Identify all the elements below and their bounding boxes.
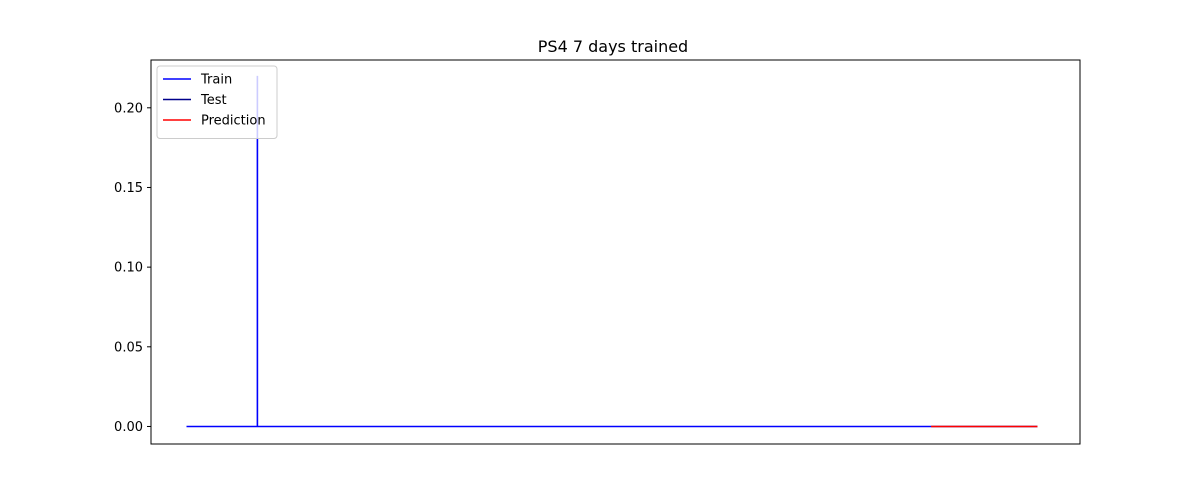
legend-label-train: Train [200, 73, 232, 88]
plot-layer [186, 75, 1038, 428]
plot-frame [150, 59, 1081, 445]
chart-figure: PS4 7 days trained 0.00 0.05 0.10 0.15 0.20 … [0, 0, 1200, 500]
legend: Train Test Prediction [156, 65, 278, 139]
legend-label-prediction: Prediction [201, 114, 266, 129]
y-tick-label: 0.10 [114, 261, 143, 276]
legend-label-test: Test [200, 93, 227, 108]
chart-title: PS4 7 days trained [538, 37, 688, 56]
y-tick-label: 0.00 [114, 420, 143, 435]
series-line-train [186, 75, 932, 428]
y-tick-label: 0.20 [114, 101, 143, 116]
y-tick-label: 0.05 [114, 340, 143, 355]
chart-svg: PS4 7 days trained 0.000.050.100.150.20 … [114, 37, 1081, 445]
y-tick-label: 0.15 [114, 181, 143, 196]
